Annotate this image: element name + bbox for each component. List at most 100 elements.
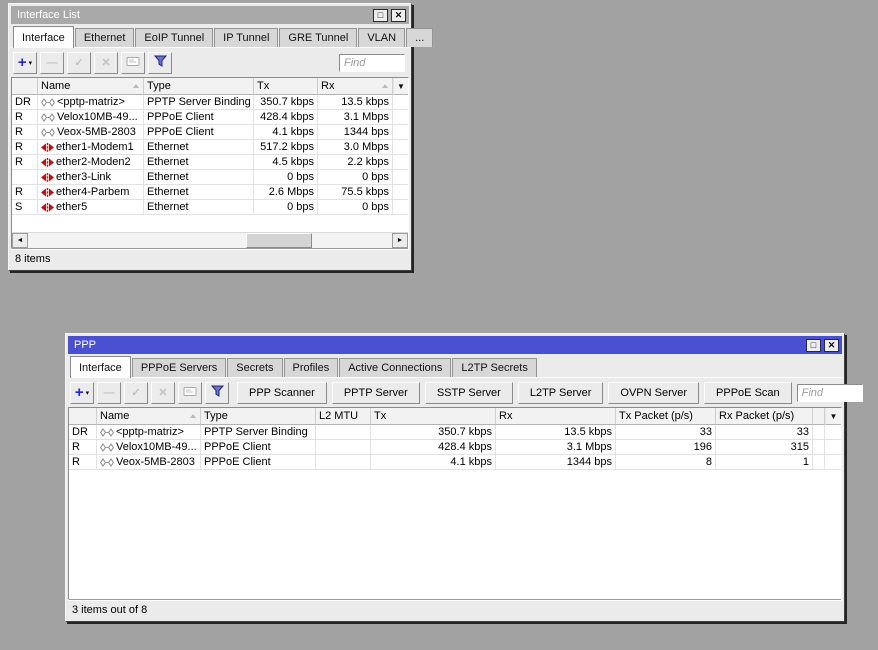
- scroll-left-icon[interactable]: ◄: [12, 233, 28, 248]
- column-menu-button[interactable]: ▼: [393, 78, 408, 95]
- button-pptp-server[interactable]: PPTP Server: [331, 381, 420, 404]
- comment-button[interactable]: [121, 51, 145, 74]
- maximize-icon[interactable]: □: [373, 8, 388, 22]
- table-row[interactable]: R Veox-5MB-2803 PPPoE Client 4.1 kbps 13…: [12, 125, 408, 140]
- scroll-right-icon[interactable]: ►: [392, 233, 408, 248]
- remove-icon: —: [103, 386, 115, 399]
- ethernet-interface-icon: [41, 142, 54, 152]
- add-icon: +: [17, 54, 27, 71]
- tab-ip-tunnel[interactable]: IP Tunnel: [214, 28, 279, 47]
- tab-interface[interactable]: Interface: [70, 356, 131, 378]
- interface-table: Name Type Tx Rx ▼ DR <pptp-matriz> PPTP …: [11, 77, 409, 249]
- sort-icon: [382, 84, 388, 88]
- column-menu-button[interactable]: ▼: [825, 408, 841, 425]
- tab-interface[interactable]: Interface: [13, 26, 74, 48]
- tab-active-connections[interactable]: Active Connections: [339, 358, 452, 377]
- table-row[interactable]: R ether1-Modem1 Ethernet 517.2 kbps 3.0 …: [12, 140, 408, 155]
- chevron-down-icon: ▾: [28, 59, 33, 67]
- ethernet-interface-icon: [41, 187, 54, 197]
- table-row[interactable]: R Velox10MB-49... PPPoE Client 428.4 kbp…: [12, 110, 408, 125]
- ppp-table: Name Type L2 MTU Tx Rx Tx Packet (p/s) R…: [68, 407, 842, 600]
- desktop: Interface List □ ✕ Interface Ethernet EoIP…: [0, 0, 878, 650]
- disable-button[interactable]: ✕: [151, 381, 175, 404]
- column-tx-packet[interactable]: Tx Packet (p/s): [616, 408, 716, 425]
- column-type[interactable]: Type: [201, 408, 316, 425]
- column-rx-packet[interactable]: Rx Packet (p/s): [716, 408, 813, 425]
- tab-ethernet[interactable]: Ethernet: [74, 28, 135, 47]
- tab-gre-tunnel[interactable]: GRE Tunnel: [279, 28, 358, 47]
- close-icon[interactable]: ✕: [391, 8, 406, 22]
- column-tx[interactable]: Tx: [371, 408, 496, 425]
- ppp-action-buttons: PPP Scanner PPTP Server SSTP Server L2TP Se…: [237, 381, 797, 404]
- ethernet-interface-icon: [41, 157, 54, 167]
- table-row[interactable]: R ether4-Parbem Ethernet 2.6 Mbps 75.5 k…: [12, 185, 408, 200]
- tab-item[interactable]: ...: [406, 28, 434, 47]
- maximize-icon[interactable]: □: [806, 338, 821, 352]
- ppp-toolbar: + ▾ — ✓ ✕ PPP Scanner PPTP Server SSTP S…: [68, 378, 863, 407]
- scrollbar-track[interactable]: [28, 233, 392, 248]
- filter-icon: [210, 385, 224, 400]
- tab-pppoe-servers[interactable]: PPPoE Servers: [131, 358, 227, 377]
- sort-icon: [133, 84, 139, 88]
- status-bar: 8 items: [11, 249, 409, 268]
- remove-button[interactable]: —: [97, 381, 121, 404]
- comment-button[interactable]: [178, 381, 202, 404]
- interface-list-window: Interface List □ ✕ Interface Ethernet EoIP…: [8, 3, 434, 271]
- interface-list-titlebar[interactable]: Interface List □ ✕: [11, 6, 409, 24]
- check-icon: ✓: [74, 57, 84, 69]
- ppp-interface-icon: [100, 427, 114, 437]
- interface-list-tabs: Interface Ethernet EoIP Tunnel IP Tunnel GRE…: [11, 25, 434, 48]
- cross-icon: ✕: [101, 57, 111, 69]
- tab-secrets[interactable]: Secrets: [227, 358, 283, 377]
- close-icon[interactable]: ✕: [824, 338, 839, 352]
- table-row[interactable]: S ether5 Ethernet 0 bps 0 bps: [12, 200, 408, 215]
- enable-button[interactable]: ✓: [67, 51, 91, 74]
- enable-button[interactable]: ✓: [124, 381, 148, 404]
- column-name[interactable]: Name: [38, 78, 144, 95]
- add-icon: +: [74, 384, 84, 401]
- button-pppoe-scan[interactable]: PPPoE Scan: [704, 381, 792, 404]
- table-row[interactable]: R ether2-Moden2 Ethernet 4.5 kbps 2.2 kb…: [12, 155, 408, 170]
- ppp-interface-icon: [41, 97, 55, 107]
- table-row[interactable]: DR <pptp-matriz> PPTP Server Binding 350…: [69, 425, 841, 440]
- column-flags[interactable]: [12, 78, 38, 95]
- tab-vlan[interactable]: VLAN: [358, 28, 406, 47]
- ppp-interface-icon: [41, 127, 55, 137]
- button-l2tp-server[interactable]: L2TP Server: [517, 381, 604, 404]
- ppp-rows: DR <pptp-matriz> PPTP Server Binding 350…: [69, 425, 841, 599]
- column-rx[interactable]: Rx: [318, 78, 393, 95]
- chevron-down-icon: ▼: [397, 81, 405, 91]
- ppp-titlebar[interactable]: PPP □ ✕: [68, 336, 842, 354]
- column-type[interactable]: Type: [144, 78, 254, 95]
- tab-profiles[interactable]: Profiles: [283, 358, 339, 377]
- tab-eoip-tunnel[interactable]: EoIP Tunnel: [135, 28, 214, 47]
- ppp-interface-icon: [100, 442, 114, 452]
- find-input[interactable]: [339, 53, 405, 72]
- column-tx[interactable]: Tx: [254, 78, 318, 95]
- ethernet-interface-icon: [41, 202, 54, 212]
- disable-button[interactable]: ✕: [94, 51, 118, 74]
- find-input[interactable]: [796, 383, 863, 402]
- filter-button[interactable]: [205, 381, 229, 404]
- column-flags[interactable]: [69, 408, 97, 425]
- horizontal-scrollbar: ◄ ►: [12, 232, 408, 248]
- table-row[interactable]: ether3-Link Ethernet 0 bps 0 bps: [12, 170, 408, 185]
- window-title: Interface List: [17, 9, 80, 21]
- tab-l2tp-secrets[interactable]: L2TP Secrets: [452, 358, 537, 377]
- button-ppp-scanner[interactable]: PPP Scanner: [237, 381, 327, 404]
- table-row[interactable]: R Velox10MB-49... PPPoE Client 428.4 kbp…: [69, 440, 841, 455]
- add-button[interactable]: + ▾: [70, 381, 94, 404]
- cross-icon: ✕: [158, 387, 168, 399]
- remove-button[interactable]: —: [40, 51, 64, 74]
- table-row[interactable]: DR <pptp-matriz> PPTP Server Binding 350…: [12, 95, 408, 110]
- button-ovpn-server[interactable]: OVPN Server: [608, 381, 700, 404]
- ppp-window: PPP □ ✕ Interface PPPoE Servers Secrets Pro…: [65, 333, 863, 622]
- filter-button[interactable]: [148, 51, 172, 74]
- column-l2mtu[interactable]: L2 MTU: [316, 408, 371, 425]
- column-rx[interactable]: Rx: [496, 408, 616, 425]
- table-row[interactable]: R Veox-5MB-2803 PPPoE Client 4.1 kbps 13…: [69, 455, 841, 470]
- add-button[interactable]: + ▾: [13, 51, 37, 74]
- scrollbar-thumb[interactable]: [246, 233, 312, 248]
- column-name[interactable]: Name: [97, 408, 201, 425]
- button-sstp-server[interactable]: SSTP Server: [424, 381, 513, 404]
